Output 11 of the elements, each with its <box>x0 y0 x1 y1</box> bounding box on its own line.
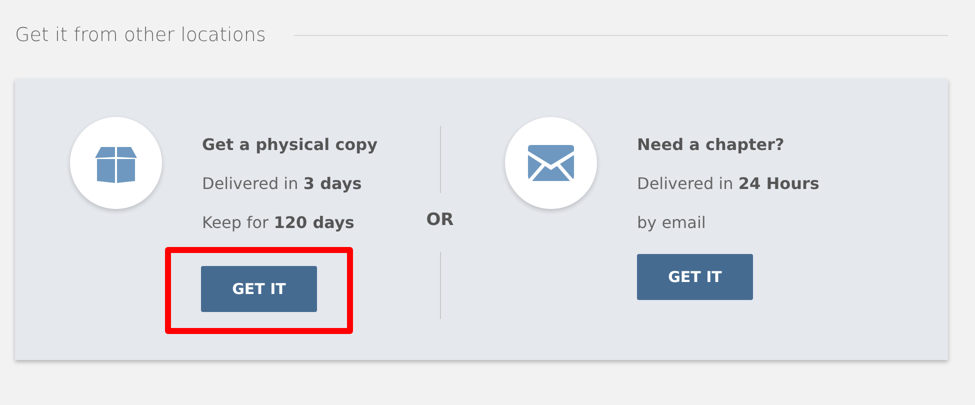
get-it-button[interactable]: GET IT <box>201 266 317 312</box>
envelope-icon <box>528 145 574 181</box>
get-it-button[interactable]: GET IT <box>637 254 753 300</box>
section-title: Get it from other locations <box>15 24 266 46</box>
or-separator: OR <box>426 209 454 232</box>
option-detail: Delivered in 24 Hours <box>637 173 820 195</box>
option-detail: by email <box>637 212 707 234</box>
option-detail: Keep for 120 days <box>202 212 356 234</box>
option-title: Need a chapter? <box>637 134 786 156</box>
option-title: Get a physical copy <box>202 134 378 156</box>
option-detail: Delivered in 3 days <box>202 173 363 195</box>
